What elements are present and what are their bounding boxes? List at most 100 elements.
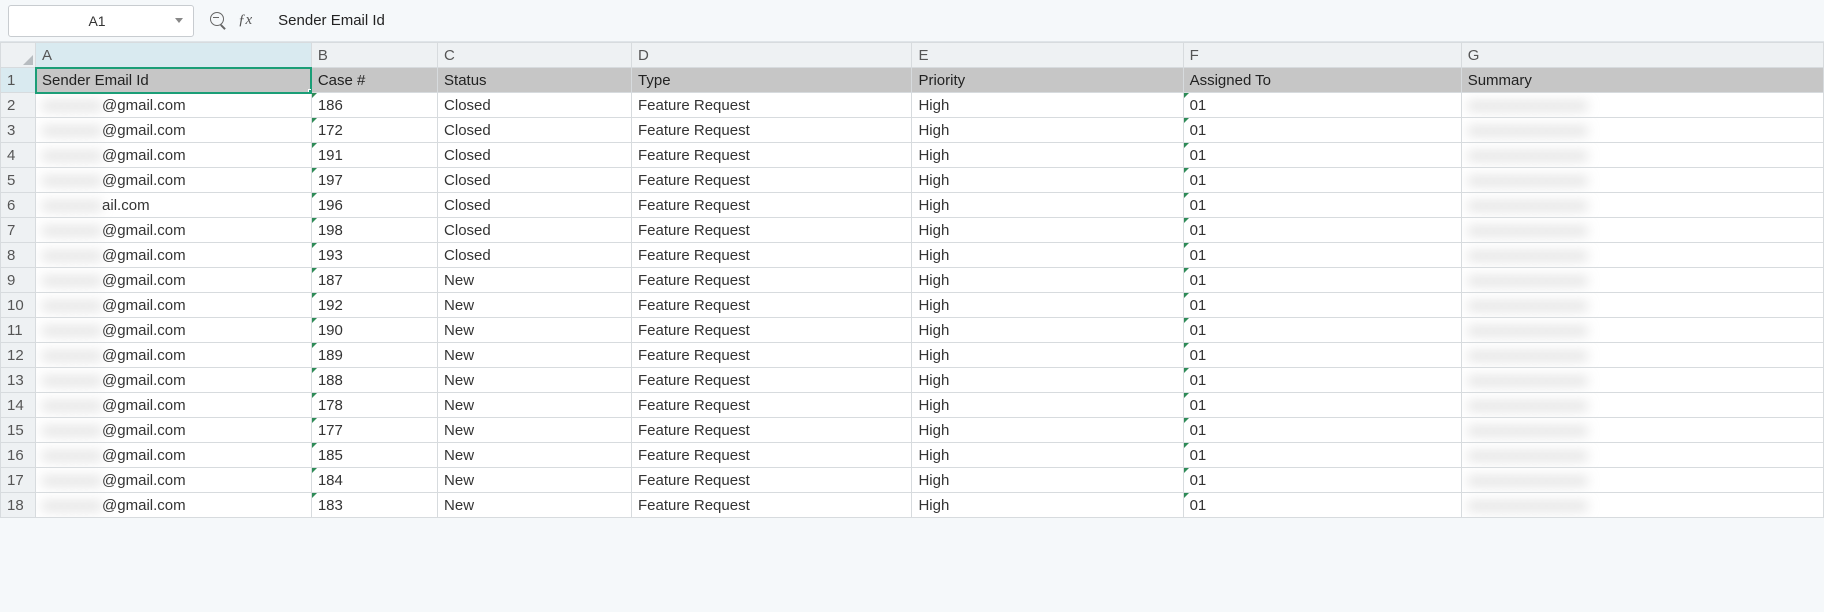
row-header-3[interactable]: 3 (1, 118, 36, 143)
cell-summary[interactable]: xxxxxxxxxxxxxxxx (1461, 168, 1823, 193)
cell-case[interactable]: 185 (311, 443, 437, 468)
cell-status[interactable]: New (438, 393, 632, 418)
cell-type[interactable]: Feature Request (632, 218, 912, 243)
cell-email[interactable]: xxxxxxxx@gmail.com (36, 168, 312, 193)
cell-type[interactable]: Feature Request (632, 293, 912, 318)
cell-email[interactable]: xxxxxxxx@gmail.com (36, 293, 312, 318)
cell-case[interactable]: 198 (311, 218, 437, 243)
cell-type[interactable]: Feature Request (632, 143, 912, 168)
cell-summary[interactable]: xxxxxxxxxxxxxxxx (1461, 468, 1823, 493)
col-header-G[interactable]: G (1461, 43, 1823, 68)
cell-type[interactable]: Feature Request (632, 118, 912, 143)
cell-priority[interactable]: High (912, 318, 1183, 343)
cell-assigned[interactable]: 01 (1183, 418, 1461, 443)
cell-type[interactable]: Feature Request (632, 168, 912, 193)
cell-priority[interactable]: High (912, 468, 1183, 493)
cell-summary[interactable]: xxxxxxxxxxxxxxxx (1461, 118, 1823, 143)
cell-summary[interactable]: xxxxxxxxxxxxxxxx (1461, 343, 1823, 368)
cell-type[interactable]: Feature Request (632, 268, 912, 293)
col-header-E[interactable]: E (912, 43, 1183, 68)
cell-assigned[interactable]: 01 (1183, 468, 1461, 493)
cell-summary[interactable]: xxxxxxxxxxxxxxxx (1461, 443, 1823, 468)
row-header-11[interactable]: 11 (1, 318, 36, 343)
row-header-6[interactable]: 6 (1, 193, 36, 218)
cell-type[interactable]: Feature Request (632, 93, 912, 118)
row-header-16[interactable]: 16 (1, 443, 36, 468)
cell-email[interactable]: xxxxxxxx@gmail.com (36, 93, 312, 118)
cell-case[interactable]: 192 (311, 293, 437, 318)
cell-status[interactable]: New (438, 468, 632, 493)
cell-B1[interactable]: Case # (311, 68, 437, 93)
cell-status[interactable]: Closed (438, 243, 632, 268)
cell-email[interactable]: xxxxxxxxail.com (36, 193, 312, 218)
cell-email[interactable]: xxxxxxxx@gmail.com (36, 343, 312, 368)
cell-assigned[interactable]: 01 (1183, 293, 1461, 318)
cell-type[interactable]: Feature Request (632, 393, 912, 418)
cell-priority[interactable]: High (912, 168, 1183, 193)
cell-type[interactable]: Feature Request (632, 493, 912, 518)
select-all-corner[interactable] (1, 43, 36, 68)
cell-case[interactable]: 188 (311, 368, 437, 393)
cell-case[interactable]: 187 (311, 268, 437, 293)
col-header-B[interactable]: B (311, 43, 437, 68)
cell-case[interactable]: 183 (311, 493, 437, 518)
cell-status[interactable]: Closed (438, 218, 632, 243)
cell-email[interactable]: xxxxxxxx@gmail.com (36, 368, 312, 393)
cell-priority[interactable]: High (912, 293, 1183, 318)
cell-status[interactable]: New (438, 443, 632, 468)
cell-assigned[interactable]: 01 (1183, 343, 1461, 368)
cell-status[interactable]: Closed (438, 93, 632, 118)
zoom-out-icon[interactable] (210, 12, 228, 30)
cell-priority[interactable]: High (912, 418, 1183, 443)
cell-assigned[interactable]: 01 (1183, 268, 1461, 293)
cell-status[interactable]: New (438, 368, 632, 393)
cell-case[interactable]: 172 (311, 118, 437, 143)
cell-assigned[interactable]: 01 (1183, 168, 1461, 193)
cell-type[interactable]: Feature Request (632, 468, 912, 493)
cell-case[interactable]: 191 (311, 143, 437, 168)
row-header-9[interactable]: 9 (1, 268, 36, 293)
cell-priority[interactable]: High (912, 93, 1183, 118)
cell-assigned[interactable]: 01 (1183, 318, 1461, 343)
cell-case[interactable]: 196 (311, 193, 437, 218)
row-header-15[interactable]: 15 (1, 418, 36, 443)
cell-E1[interactable]: Priority (912, 68, 1183, 93)
cell-case[interactable]: 190 (311, 318, 437, 343)
cell-priority[interactable]: High (912, 443, 1183, 468)
row-header-12[interactable]: 12 (1, 343, 36, 368)
cell-type[interactable]: Feature Request (632, 368, 912, 393)
cell-email[interactable]: xxxxxxxx@gmail.com (36, 393, 312, 418)
row-header-14[interactable]: 14 (1, 393, 36, 418)
cell-status[interactable]: Closed (438, 143, 632, 168)
cell-priority[interactable]: High (912, 393, 1183, 418)
cell-email[interactable]: xxxxxxxx@gmail.com (36, 118, 312, 143)
cell-priority[interactable]: High (912, 343, 1183, 368)
cell-priority[interactable]: High (912, 118, 1183, 143)
name-box[interactable]: A1 (8, 5, 194, 37)
cell-type[interactable]: Feature Request (632, 193, 912, 218)
cell-summary[interactable]: xxxxxxxxxxxxxxxx (1461, 293, 1823, 318)
cell-priority[interactable]: High (912, 243, 1183, 268)
cell-summary[interactable]: xxxxxxxxxxxxxxxx (1461, 493, 1823, 518)
cell-summary[interactable]: xxxxxxxxxxxxxxxx (1461, 93, 1823, 118)
cell-case[interactable]: 177 (311, 418, 437, 443)
cell-email[interactable]: xxxxxxxx@gmail.com (36, 268, 312, 293)
cell-status[interactable]: New (438, 268, 632, 293)
cell-F1[interactable]: Assigned To (1183, 68, 1461, 93)
cell-status[interactable]: Closed (438, 193, 632, 218)
cell-assigned[interactable]: 01 (1183, 393, 1461, 418)
cell-status[interactable]: New (438, 293, 632, 318)
col-header-F[interactable]: F (1183, 43, 1461, 68)
spreadsheet-grid[interactable]: A B C D E F G 1 Sender Email Id Case # S… (0, 42, 1824, 518)
cell-status[interactable]: New (438, 418, 632, 443)
cell-email[interactable]: xxxxxxxx@gmail.com (36, 443, 312, 468)
col-header-C[interactable]: C (438, 43, 632, 68)
cell-case[interactable]: 197 (311, 168, 437, 193)
cell-assigned[interactable]: 01 (1183, 243, 1461, 268)
cell-priority[interactable]: High (912, 493, 1183, 518)
cell-priority[interactable]: High (912, 368, 1183, 393)
cell-status[interactable]: Closed (438, 168, 632, 193)
cell-case[interactable]: 186 (311, 93, 437, 118)
cell-summary[interactable]: xxxxxxxxxxxxxxxx (1461, 393, 1823, 418)
cell-case[interactable]: 184 (311, 468, 437, 493)
